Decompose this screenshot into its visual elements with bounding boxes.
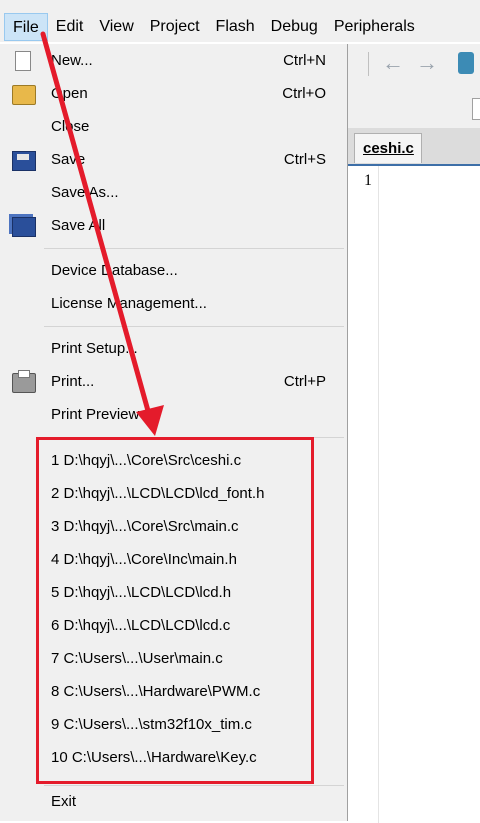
annotation-arrow [40, 31, 164, 436]
